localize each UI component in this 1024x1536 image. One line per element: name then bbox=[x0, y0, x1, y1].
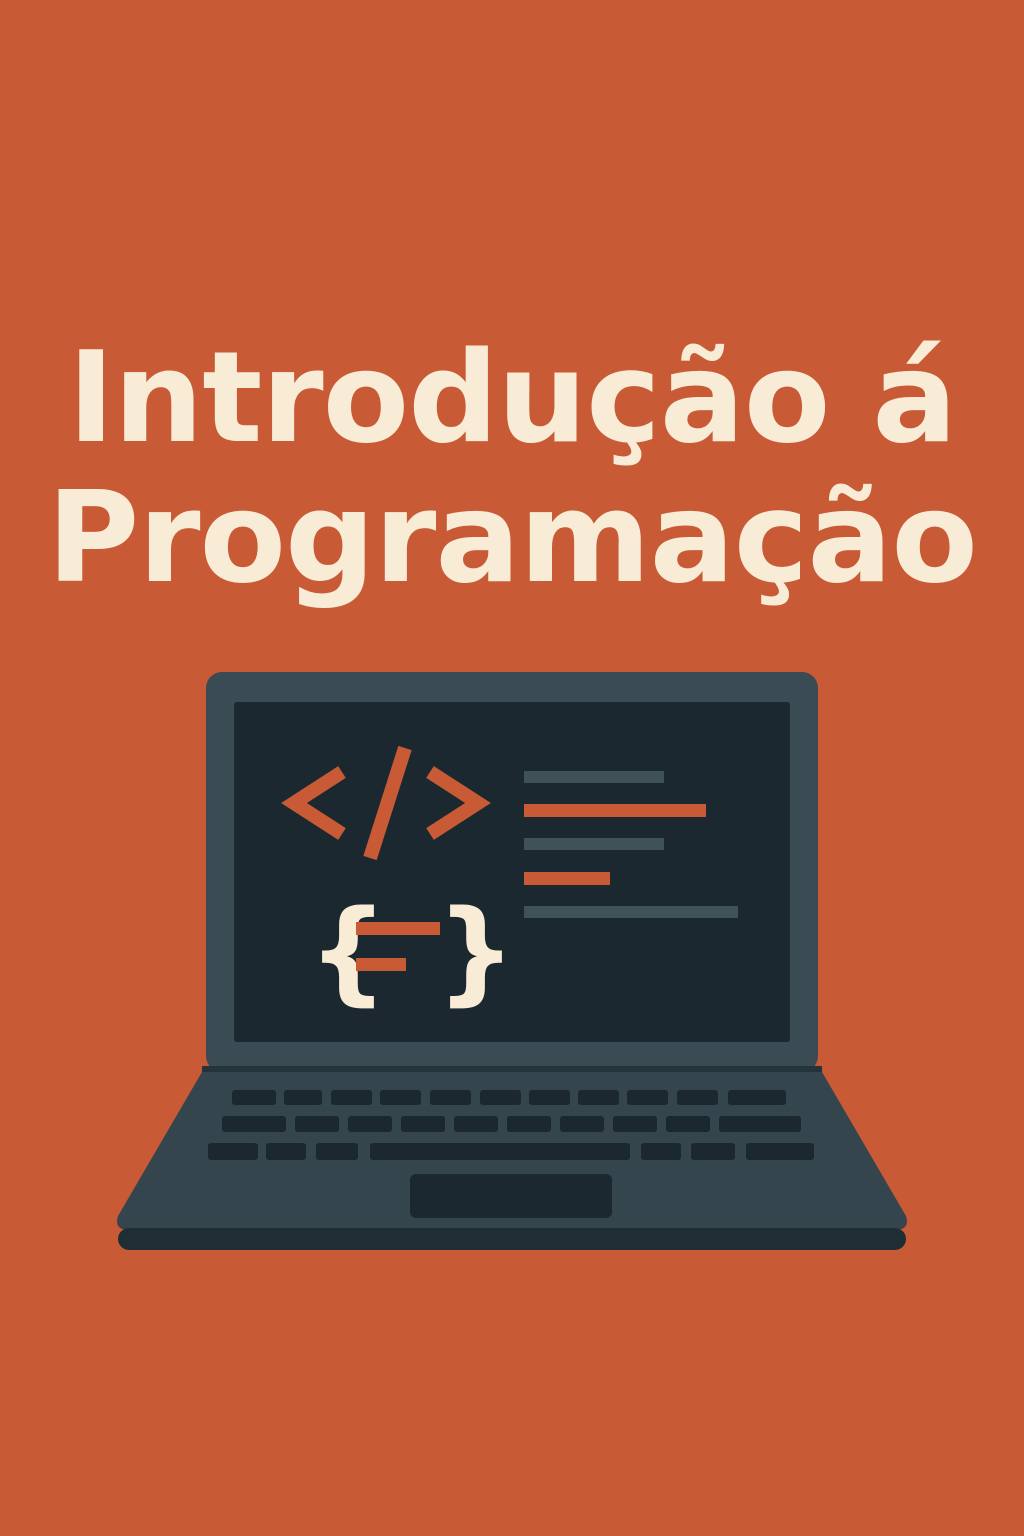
code-line bbox=[524, 906, 738, 918]
cover-title: Introdução á Programação bbox=[0, 328, 1024, 608]
title-line-1: Introdução á bbox=[67, 324, 958, 472]
svg-text:{: { bbox=[308, 887, 388, 1017]
book-cover: Introdução á Programação { } bbox=[0, 0, 1024, 1536]
code-line bbox=[524, 771, 664, 783]
code-line bbox=[524, 872, 610, 885]
touchpad bbox=[410, 1174, 612, 1218]
code-line bbox=[524, 804, 706, 817]
code-line bbox=[524, 838, 664, 850]
laptop-illustration: { } bbox=[117, 672, 907, 1250]
svg-text:}: } bbox=[436, 887, 516, 1017]
title-line-2: Programação bbox=[46, 464, 978, 612]
laptop-base-front bbox=[118, 1228, 906, 1250]
